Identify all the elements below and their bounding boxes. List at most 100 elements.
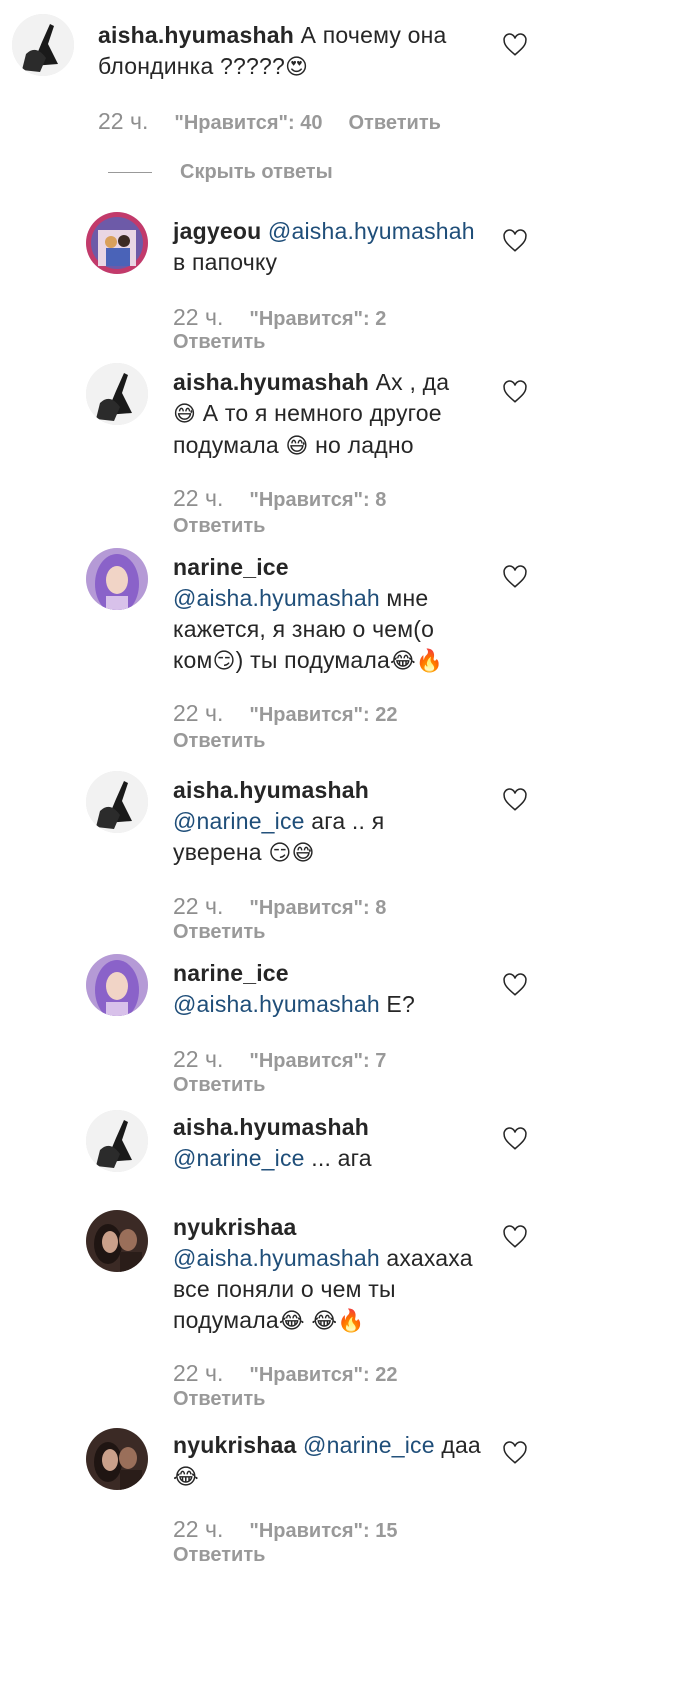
- username[interactable]: narine_ice: [173, 960, 289, 986]
- reply-button[interactable]: Ответить: [348, 112, 440, 134]
- username[interactable]: nyukrishaa: [173, 1432, 296, 1458]
- comment-meta: 22 ч. "Нравится": 22: [173, 1360, 397, 1387]
- heart-outline-icon[interactable]: [502, 972, 528, 998]
- comment-text: aisha.hyumashah А почему она блондинка ?…: [98, 20, 478, 83]
- comment-text: narine_ice @aisha.hyumashah мне кажется,…: [173, 552, 493, 677]
- reply-button[interactable]: Ответить: [173, 331, 265, 354]
- comment-body: ахахаха: [379, 1245, 473, 1271]
- avatar[interactable]: [86, 548, 148, 610]
- comment-meta: 22 ч. "Нравится": 22: [173, 700, 397, 727]
- tears-of-joy-emoji: 😂: [278, 1309, 305, 1334]
- fire-emoji: 🔥: [415, 649, 444, 674]
- heart-outline-icon[interactable]: [502, 379, 528, 405]
- username[interactable]: aisha.hyumashah: [98, 22, 294, 48]
- likes-count[interactable]: "Нравится": 2: [249, 308, 386, 330]
- username[interactable]: narine_ice: [173, 554, 289, 580]
- username[interactable]: nyukrishaa: [173, 1214, 296, 1240]
- likes-count[interactable]: "Нравится": 7: [249, 1050, 386, 1072]
- mention-link[interactable]: @aisha.hyumashah: [173, 585, 380, 611]
- comment-body: А почему она: [294, 22, 447, 48]
- comment-text: nyukrishaa @aisha.hyumashah ахахаха все …: [173, 1212, 493, 1337]
- reply-button[interactable]: Ответить: [173, 1074, 265, 1097]
- comment-text: aisha.hyumashah @narine_ice ... ага: [173, 1112, 493, 1174]
- comment-body: ) ты подумала: [235, 647, 390, 673]
- avatar[interactable]: [86, 212, 148, 274]
- comment-body: блондинка ?????: [98, 53, 285, 79]
- avatar[interactable]: [86, 1210, 148, 1272]
- heart-outline-icon[interactable]: [502, 228, 528, 254]
- heart-outline-icon[interactable]: [502, 1440, 528, 1466]
- reply-button[interactable]: Ответить: [173, 921, 265, 944]
- timestamp: 22 ч.: [173, 893, 224, 919]
- comment-body: ком: [173, 647, 213, 673]
- username[interactable]: aisha.hyumashah: [173, 369, 369, 395]
- heart-outline-icon[interactable]: [502, 564, 528, 590]
- comment-body: в папочку: [173, 249, 278, 275]
- timestamp: 22 ч.: [98, 108, 149, 134]
- comment-body: Ах , да: [369, 369, 450, 395]
- heart-outline-icon[interactable]: [502, 787, 528, 813]
- comment-body: уверена: [173, 839, 269, 865]
- smirk-emoji: 😏: [268, 841, 292, 866]
- comment-body: ... ага: [304, 1145, 372, 1171]
- comment-meta: 22 ч. "Нравится": 8: [173, 893, 386, 920]
- likes-count[interactable]: "Нравится": 8: [249, 897, 386, 919]
- mention-link[interactable]: @aisha.hyumashah: [173, 1245, 380, 1271]
- comment-text: nyukrishaa @narine_ice даа 😂: [173, 1430, 493, 1493]
- hide-replies-label: Скрыть ответы: [180, 160, 333, 183]
- mention-link[interactable]: @narine_ice: [173, 808, 305, 834]
- username[interactable]: jagyeou: [173, 218, 261, 244]
- timestamp: 22 ч.: [173, 1360, 224, 1386]
- fire-emoji: 🔥: [337, 1309, 365, 1334]
- heart-eyes-emoji: 😍: [285, 55, 309, 80]
- comment-text: aisha.hyumashah @narine_ice ага .. я уве…: [173, 775, 493, 869]
- reply-button[interactable]: Ответить: [173, 730, 265, 753]
- comment-meta: 22 ч. "Нравится": 2: [173, 304, 386, 331]
- reply-button[interactable]: Ответить: [173, 515, 265, 538]
- avatar[interactable]: [86, 363, 148, 425]
- username[interactable]: aisha.hyumashah: [173, 777, 369, 803]
- comment-meta: 22 ч. "Нравится": 15: [173, 1516, 397, 1543]
- reply-button[interactable]: Ответить: [173, 1388, 265, 1411]
- comment-body: мне: [379, 585, 429, 611]
- likes-count[interactable]: "Нравится": 22: [249, 704, 397, 726]
- likes-count[interactable]: "Нравится": 8: [249, 489, 386, 511]
- mention-link[interactable]: @aisha.hyumashah: [268, 218, 475, 244]
- timestamp: 22 ч.: [173, 1516, 224, 1542]
- sweat-smile-emoji: 😅: [173, 402, 197, 427]
- comment-body: А то я немного другое: [196, 400, 442, 426]
- reply-button[interactable]: Ответить: [173, 1544, 265, 1567]
- sweat-smile-emoji: 😅: [285, 434, 309, 459]
- username[interactable]: aisha.hyumashah: [173, 1114, 369, 1140]
- likes-count[interactable]: "Нравится": 15: [249, 1520, 397, 1542]
- comment-meta: 22 ч. "Нравится": 8: [173, 485, 386, 512]
- heart-outline-icon[interactable]: [502, 1126, 528, 1152]
- avatar[interactable]: [12, 14, 74, 76]
- comment-body: Е?: [379, 991, 415, 1017]
- comment-text: aisha.hyumashah Ах , да 😅 А то я немного…: [173, 367, 493, 462]
- comment-body: все поняли о чем ты: [173, 1276, 396, 1302]
- comment-body: кажется, я знаю о чем(о: [173, 616, 435, 642]
- mention-link[interactable]: @narine_ice: [303, 1432, 435, 1458]
- heart-outline-icon[interactable]: [502, 32, 528, 58]
- avatar[interactable]: [86, 1428, 148, 1490]
- likes-count[interactable]: "Нравится": 22: [249, 1364, 397, 1386]
- hide-replies-button[interactable]: Скрыть ответы: [108, 160, 333, 184]
- smirk-emoji: 😏: [212, 649, 236, 674]
- timestamp: 22 ч.: [173, 700, 224, 726]
- comment-meta: 22 ч. "Нравится": 7: [173, 1046, 386, 1073]
- tears-of-joy-emoji: 😂: [311, 1309, 338, 1334]
- avatar[interactable]: [86, 1110, 148, 1172]
- heart-outline-icon[interactable]: [502, 1224, 528, 1250]
- timestamp: 22 ч.: [173, 1046, 224, 1072]
- sweat-smile-emoji: 😅: [291, 841, 315, 866]
- comments-thread: aisha.hyumashah А почему она блондинка ?…: [0, 0, 690, 1690]
- mention-link[interactable]: @aisha.hyumashah: [173, 991, 380, 1017]
- comment-text: jagyeou @aisha.hyumashah в папочку: [173, 216, 493, 278]
- mention-link[interactable]: @narine_ice: [173, 1145, 305, 1171]
- avatar[interactable]: [86, 771, 148, 833]
- timestamp: 22 ч.: [173, 304, 224, 330]
- avatar[interactable]: [86, 954, 148, 1016]
- comment-body: ага .. я: [304, 808, 385, 834]
- likes-count[interactable]: "Нравится": 40: [174, 112, 322, 134]
